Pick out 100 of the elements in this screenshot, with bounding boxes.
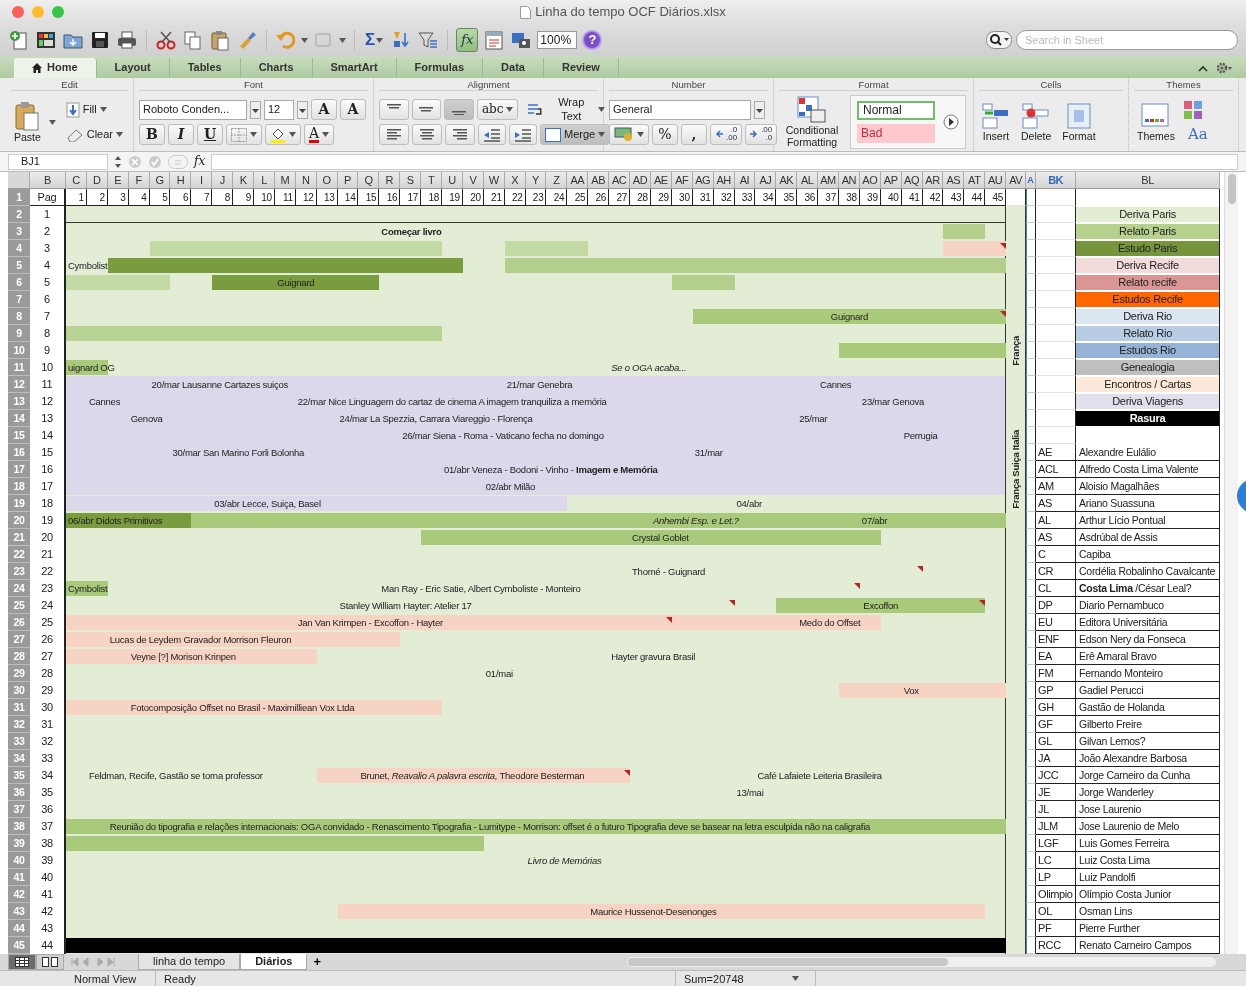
decrease-decimal-button[interactable]: .00 .0	[745, 123, 778, 145]
format-button[interactable]: Format	[1059, 102, 1099, 142]
percent-button[interactable]: %	[652, 123, 678, 145]
sum-display[interactable]: Sum=20748	[676, 970, 816, 986]
ribbon-tab[interactable]: Home	[14, 58, 97, 78]
column-header[interactable]: K	[233, 172, 254, 189]
text-orientation-button[interactable]: abc	[476, 99, 519, 120]
column-header[interactable]: AM	[818, 172, 839, 189]
column-header[interactable]: I	[191, 172, 213, 189]
cell-text: 02/abr Milão	[484, 480, 537, 494]
column-header[interactable]: Y	[525, 172, 547, 189]
column-header[interactable]: AH	[713, 172, 735, 189]
font-name-field[interactable]: Roboto Conden...	[139, 99, 247, 120]
font-color-button[interactable]: A	[304, 124, 335, 145]
zoom-field[interactable]: 100%	[537, 31, 578, 49]
column-header[interactable]: AF	[671, 172, 693, 189]
table-cell: AS	[1036, 529, 1077, 546]
column-header[interactable]: AN	[838, 172, 860, 189]
conditional-formatting-button[interactable]: Conditional Formatting	[779, 96, 845, 148]
column-header[interactable]: D	[86, 172, 108, 189]
wrap-text-button[interactable]: Wrap Text	[521, 99, 611, 120]
number-format-field[interactable]: General	[609, 99, 751, 120]
help-button[interactable]: ?	[582, 30, 603, 50]
cell-style[interactable]: Bad	[857, 124, 935, 143]
underline-button[interactable]: U	[197, 124, 223, 145]
column-header[interactable]: J	[212, 172, 234, 189]
column-header[interactable]: AI	[734, 172, 756, 189]
column-header[interactable]: AB	[588, 172, 610, 189]
table-cell: LC	[1036, 852, 1077, 869]
table-cell: LP	[1036, 869, 1077, 886]
cell-text: Cymbolist	[67, 259, 109, 273]
column-header[interactable]: AV	[1006, 172, 1027, 189]
font-size-field[interactable]: 12	[264, 99, 294, 120]
sheet-tab[interactable]: linha do tempo	[138, 954, 241, 970]
column-header[interactable]: BL	[1076, 172, 1221, 189]
insert-function-button[interactable]: fx	[194, 154, 206, 169]
bold-button[interactable]: B	[139, 124, 165, 145]
table-cell: 18	[421, 189, 443, 206]
column-header[interactable]: H	[170, 172, 192, 189]
fill-button[interactable]: Fill	[60, 99, 128, 120]
insert-button[interactable]: Insert	[979, 102, 1013, 142]
column-header[interactable]: P	[337, 172, 359, 189]
column-header[interactable]: M	[274, 172, 296, 189]
clear-button[interactable]: Clear	[60, 124, 128, 145]
italic-button[interactable]: I	[168, 124, 194, 145]
column-header[interactable]: F	[128, 172, 150, 189]
column-header[interactable]: L	[254, 172, 275, 189]
add-sheet-button[interactable]: +	[307, 954, 328, 970]
column-header[interactable]: X	[504, 172, 526, 189]
name-box[interactable]: BJ1	[8, 153, 108, 170]
column-header[interactable]: AT	[964, 172, 986, 189]
column-header[interactable]: AC	[609, 172, 631, 189]
themes-button[interactable]: Themes	[1134, 102, 1178, 142]
column-header[interactable]: S	[400, 172, 422, 189]
delete-button[interactable]: Delete	[1018, 102, 1055, 142]
column-header[interactable]: Q	[358, 172, 380, 189]
comma-button[interactable]: ,	[681, 123, 707, 145]
increase-decimal-button[interactable]: .0 .00	[710, 123, 743, 145]
column-header[interactable]: U	[442, 172, 463, 189]
column-header[interactable]: C	[66, 172, 87, 189]
column-header[interactable]: O	[316, 172, 338, 189]
paste-button[interactable]: Paste	[11, 101, 44, 143]
column-header[interactable]: BK	[1036, 172, 1077, 189]
legend-item: Genealogia	[1076, 360, 1220, 375]
column-header[interactable]: V	[462, 172, 484, 189]
theme-fonts-button[interactable]: Aa	[1182, 123, 1213, 145]
column-header[interactable]: R	[379, 172, 401, 189]
column-header[interactable]: AR	[922, 172, 944, 189]
cell-text: 24/mar La Spezzia, Carrara Viareggio - Florença	[338, 412, 534, 426]
column-header[interactable]: AJ	[755, 172, 777, 189]
table-cell: GL	[1036, 733, 1077, 750]
table-cell: 44	[964, 189, 986, 206]
column-header[interactable]: AO	[859, 172, 881, 189]
column-header[interactable]: W	[483, 172, 505, 189]
column-header[interactable]: G	[149, 172, 171, 189]
formula-builder-button[interactable]: fx	[456, 28, 479, 52]
sheet-tab[interactable]: Diários	[240, 954, 308, 970]
column-header[interactable]: AG	[692, 172, 714, 189]
column-header[interactable]: Z	[546, 172, 568, 189]
column-header[interactable]: AQ	[901, 172, 923, 189]
column-header[interactable]: AL	[797, 172, 819, 189]
column-header[interactable]: AK	[776, 172, 798, 189]
column-header[interactable]: AP	[880, 172, 902, 189]
grow-font-button[interactable]: A	[311, 99, 337, 120]
search-field[interactable]: Search in Sheet	[1016, 30, 1238, 50]
column-header[interactable]: AA	[567, 172, 589, 189]
column-header[interactable]: T	[421, 172, 443, 189]
column-header[interactable]: AD	[630, 172, 651, 189]
cell-style[interactable]: Normal	[857, 101, 935, 120]
column-header[interactable]: E	[107, 172, 129, 189]
column-header[interactable]: AU	[985, 172, 1007, 189]
column-header[interactable]: B	[30, 172, 66, 189]
column-header[interactable]: N	[295, 172, 317, 189]
merge-button[interactable]: Merge	[540, 124, 611, 145]
column-header[interactable]: AS	[943, 172, 965, 189]
cell-text: 04/abr	[735, 497, 763, 511]
column-header[interactable]: AE	[650, 172, 672, 189]
table-cell: 40	[880, 189, 902, 206]
shrink-font-button[interactable]: A	[340, 99, 366, 120]
autosum-button[interactable]: Σ	[363, 27, 386, 53]
